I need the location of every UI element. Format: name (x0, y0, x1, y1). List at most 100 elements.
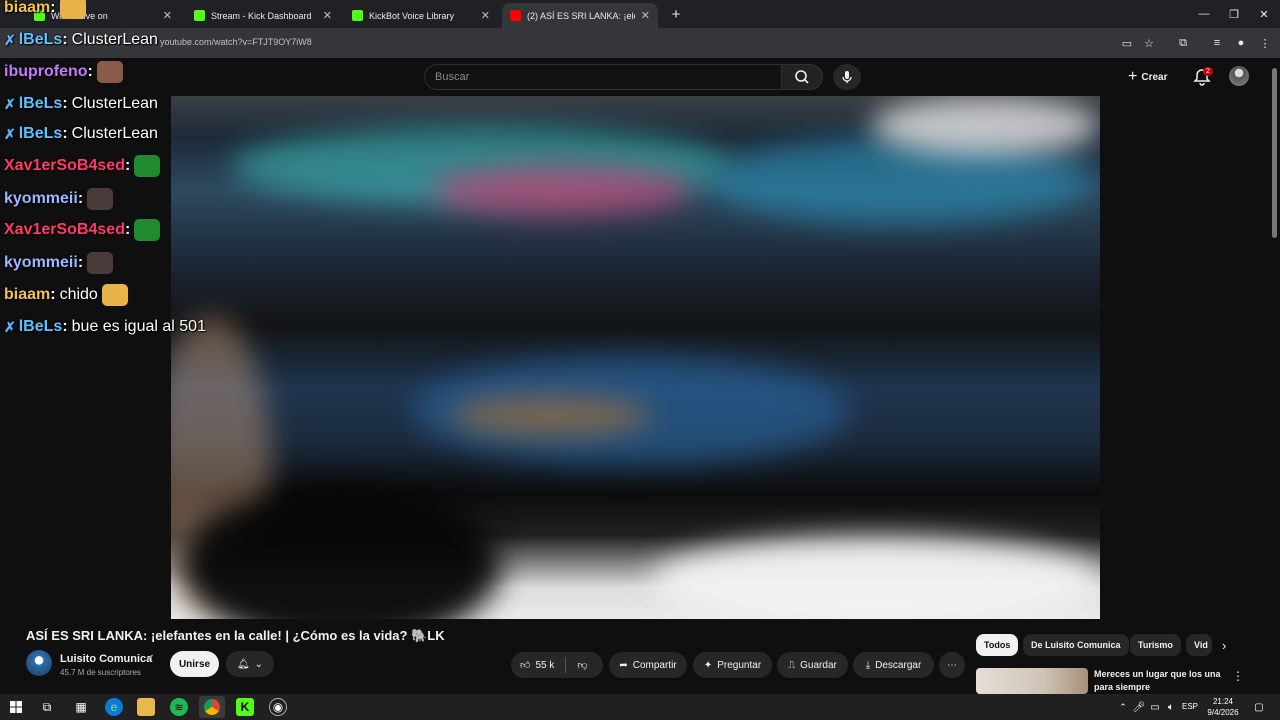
cast-icon[interactable]: ▭ (1120, 36, 1134, 50)
media-control-icon[interactable]: ≡ (1210, 36, 1224, 50)
scrollbar-thumb[interactable] (1272, 68, 1277, 238)
chat-username: lBeLs (18, 318, 63, 335)
chip-videos[interactable]: Vid (1186, 634, 1212, 656)
video-player[interactable] (171, 96, 1100, 619)
more-actions-button[interactable]: ⋯ (939, 652, 965, 678)
file-explorer-icon[interactable] (137, 698, 155, 716)
chat-message: ✗ lBeLs: ClusterLean (4, 28, 158, 52)
sparkle-icon: ✦ (703, 659, 713, 671)
chat-text: chido (59, 286, 98, 303)
store-icon[interactable]: ▦ (72, 698, 90, 716)
profile-icon[interactable]: ● (1234, 36, 1248, 50)
tab-title: (2) ASÍ ES SRI LANKA: ¡elefa (527, 10, 635, 21)
like-icon[interactable]: 👍︎ (520, 659, 530, 671)
share-label: Compartir (632, 659, 677, 671)
ask-label: Preguntar (717, 659, 762, 671)
kick-favicon-icon (352, 10, 363, 21)
spotify-icon[interactable]: ≋ (170, 698, 188, 716)
chat-separator: : (62, 125, 68, 142)
chat-separator: : (50, 286, 56, 303)
download-icon: ⤓ (865, 659, 871, 671)
chat-message: Xav1erSoB4sed: (4, 218, 161, 242)
like-dislike-group: 👍︎ 55 k 👎︎ (511, 652, 603, 678)
maximize-button[interactable]: ❐ (1218, 0, 1250, 28)
system-clock[interactable]: 21:24 9/4/2026 (1200, 696, 1246, 718)
windows-start-icon[interactable] (7, 698, 25, 716)
kick-app-icon[interactable]: K (236, 698, 254, 716)
extensions-icon[interactable]: ⧉ (1176, 36, 1190, 50)
save-label: Guardar (800, 659, 837, 671)
chip-from-channel[interactable]: De Luisito Comunica (1023, 634, 1129, 656)
volume-icon[interactable]: 🔈︎ (1162, 698, 1180, 716)
chat-username: kyommeii (4, 254, 78, 271)
video-frame-blur (431, 166, 691, 216)
tab-title: KickBot Voice Library (369, 10, 455, 21)
window-close-button[interactable]: ✕ (1248, 0, 1280, 28)
more-vertical-icon[interactable]: ⋮ (1232, 669, 1244, 683)
chat-separator: : (124, 221, 131, 238)
chip-all[interactable]: Todos (976, 634, 1019, 656)
menu-dots-icon[interactable]: ⋮ (1258, 36, 1272, 50)
download-label: Descargar (875, 659, 922, 671)
account-avatar[interactable] (1229, 66, 1249, 86)
chat-emote-icon (134, 155, 161, 177)
language-indicator[interactable]: ESP (1182, 702, 1198, 711)
chip-tourism[interactable]: Turismo (1130, 634, 1181, 656)
chevron-down-icon: ⌄ (254, 658, 264, 670)
save-button[interactable]: ⎍ Guardar (777, 652, 848, 678)
close-icon[interactable]: ✕ (641, 9, 650, 22)
chat-separator: : (62, 31, 68, 48)
edge-icon[interactable]: e (105, 698, 123, 716)
chat-message: kyommeii: (4, 251, 114, 275)
close-icon[interactable]: ✕ (481, 9, 490, 22)
chat-emote-icon (87, 252, 114, 274)
verified-check-icon: ✔ (146, 653, 155, 664)
chat-emote-icon (59, 0, 86, 19)
share-icon: ➦ (619, 659, 628, 671)
plus-icon: + (1128, 68, 1138, 85)
search-button[interactable] (781, 64, 823, 90)
notification-center-icon[interactable]: ▢ (1250, 698, 1268, 716)
chat-emote-icon (101, 284, 128, 306)
recommended-title[interactable]: Mereces un lugar que los una para siempr… (1094, 668, 1226, 694)
subscribe-bell-button[interactable]: 🔔︎ ⌄ (226, 651, 274, 677)
chat-separator: : (87, 63, 93, 80)
chat-message: ✗ lBeLs: ClusterLean (4, 92, 158, 116)
channel-name[interactable]: Luisito Comunica (60, 653, 152, 665)
minimize-button[interactable]: — (1188, 0, 1220, 28)
video-frame-blur (871, 96, 1100, 156)
tab-kickbot-voice[interactable]: KickBot Voice Library ✕ (344, 3, 498, 28)
bell-icon: 🔔︎ (236, 658, 250, 670)
search-input[interactable]: Buscar (424, 64, 782, 90)
new-tab-button[interactable]: + (660, 0, 692, 28)
video-title: ASÍ ES SRI LANKA: ¡elefantes en la calle… (26, 628, 445, 643)
ask-button[interactable]: ✦ Preguntar (693, 652, 772, 678)
recommended-thumbnail[interactable] (976, 668, 1088, 694)
chrome-taskbar-active[interactable] (199, 696, 225, 718)
tab-youtube-active[interactable]: (2) ASÍ ES SRI LANKA: ¡elefa ✕ (502, 3, 658, 28)
create-button[interactable]: + Crear (1128, 68, 1167, 86)
chat-message: Xav1erSoB4sed: (4, 154, 161, 178)
close-icon[interactable]: ✕ (323, 9, 332, 22)
divider (565, 657, 567, 673)
chat-text: ClusterLean (71, 125, 158, 142)
chevron-right-icon[interactable]: › (1222, 638, 1226, 653)
bookmark-star-icon[interactable]: ☆ (1142, 36, 1156, 50)
chat-badge-icon: ✗ (4, 31, 16, 48)
bookmark-icon: ⎍ (788, 659, 796, 671)
task-view-icon[interactable]: ⧉ (38, 698, 56, 716)
join-button[interactable]: Unirse (170, 651, 219, 677)
obs-icon[interactable]: ◉ (269, 698, 287, 716)
chat-separator: : (77, 254, 84, 271)
share-button[interactable]: ➦ Compartir (609, 652, 687, 678)
chat-text: ClusterLean (71, 95, 158, 112)
like-count[interactable]: 55 k (535, 660, 554, 671)
channel-avatar[interactable] (26, 650, 52, 676)
chat-separator: : (50, 0, 56, 16)
chat-username: lBeLs (18, 95, 63, 112)
more-horizontal-icon: ⋯ (947, 659, 957, 671)
stream-chat-overlay: biaam: ✗ lBeLs: ClusterLean ibuprofeno: ✗ lBeL… (0, 0, 260, 340)
dislike-icon[interactable]: 👎︎ (577, 659, 587, 671)
download-button[interactable]: ⤓ Descargar (853, 652, 934, 678)
voice-search-button[interactable] (833, 64, 861, 90)
